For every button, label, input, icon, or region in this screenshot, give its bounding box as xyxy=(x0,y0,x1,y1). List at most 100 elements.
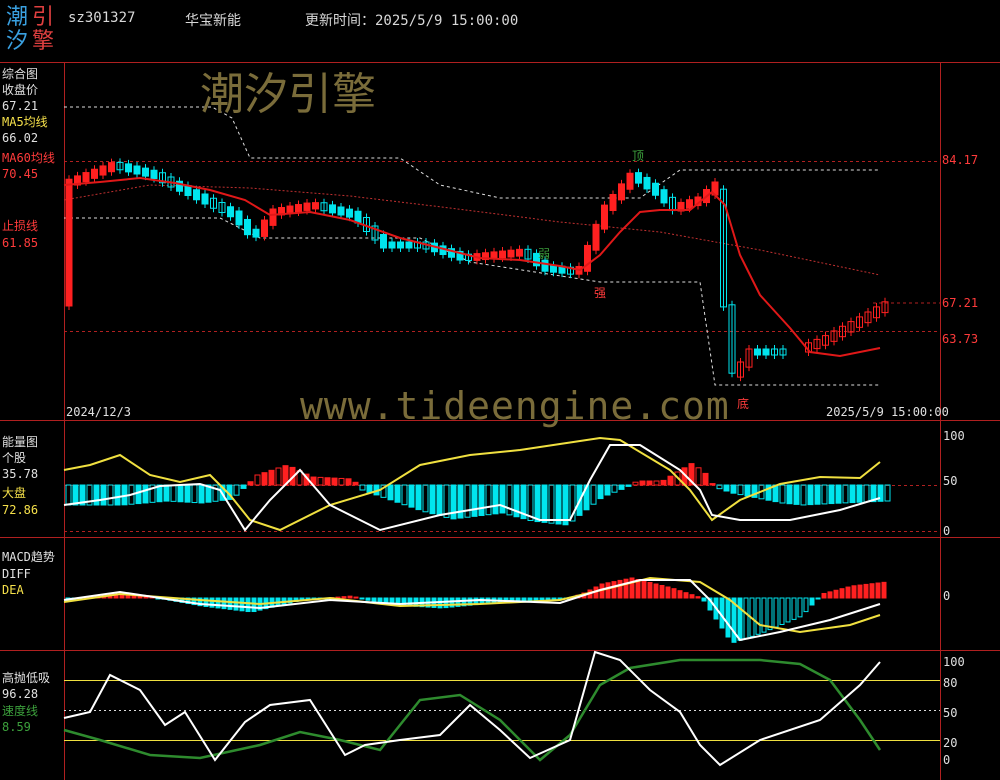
energy-bar xyxy=(275,467,282,486)
candle-body xyxy=(244,218,251,236)
macd-bar xyxy=(617,579,623,599)
energy-bar xyxy=(485,484,492,516)
candle-body xyxy=(99,165,107,176)
macd-diff-label: DIFF xyxy=(2,567,31,581)
macd-bar xyxy=(641,580,647,599)
ma60-label: MA60均线 xyxy=(2,151,55,165)
energy-bar xyxy=(807,484,814,506)
energy-bar xyxy=(247,481,254,486)
energy-bar xyxy=(632,481,639,486)
energy-bar xyxy=(415,484,422,511)
energy-bar xyxy=(240,484,247,489)
energy-bar xyxy=(555,484,562,525)
energy-bar xyxy=(443,484,450,518)
speed-line xyxy=(63,658,882,762)
energy-bar xyxy=(142,484,149,504)
energy-bar xyxy=(548,484,555,524)
macd-bar xyxy=(665,586,671,599)
dea-line xyxy=(63,576,881,634)
energy-bar xyxy=(793,484,800,505)
candle-body xyxy=(635,172,642,184)
energy-bar xyxy=(611,484,618,493)
macd-bar xyxy=(875,582,881,599)
candle-body xyxy=(507,249,515,258)
macd-bar xyxy=(215,597,221,609)
energy-bar xyxy=(828,484,835,505)
energy-bar xyxy=(464,484,471,518)
macd-bar xyxy=(767,597,773,631)
date-start: 2024/12/3 xyxy=(66,405,132,419)
ma5-line xyxy=(63,176,881,358)
energy-bar xyxy=(401,484,408,506)
macd-bar xyxy=(779,597,785,625)
macd-dea-label: DEA xyxy=(2,583,24,597)
energy-bar xyxy=(695,467,702,486)
macd-bar xyxy=(803,597,809,613)
candle-body xyxy=(286,205,294,214)
candle-body xyxy=(592,223,600,251)
candle-body xyxy=(108,162,115,173)
energy-bar xyxy=(653,480,660,486)
osc-value: 96.28 xyxy=(2,687,39,701)
macd-bar xyxy=(251,597,257,613)
ma5-label: MA5均线 xyxy=(2,115,48,129)
main-panel-title: 综合图 xyxy=(2,67,39,81)
energy-bar xyxy=(562,484,569,526)
candle-body xyxy=(499,250,506,259)
osc-axis-0: 0 xyxy=(943,753,951,767)
candle-body xyxy=(65,178,73,307)
energy-bar xyxy=(72,484,79,506)
macd-bar xyxy=(785,597,791,623)
ma5-value: 66.02 xyxy=(2,131,39,145)
candle-body xyxy=(660,189,668,204)
candle-body xyxy=(269,208,277,226)
macd-bar xyxy=(365,597,371,601)
macd-bar xyxy=(683,592,689,599)
energy-bar xyxy=(387,484,394,501)
candle-body xyxy=(261,219,268,237)
energy-market-value: 72.86 xyxy=(2,503,39,517)
macd-bar xyxy=(857,584,863,599)
macd-bar xyxy=(347,595,353,599)
candle-body xyxy=(686,199,693,209)
candle-body xyxy=(516,248,523,257)
energy-bar xyxy=(324,477,331,486)
macd-bar xyxy=(881,581,887,599)
macd-bar xyxy=(689,594,695,599)
candle-body xyxy=(193,189,200,201)
macd-bar xyxy=(353,596,359,599)
energy-bar xyxy=(541,484,548,523)
osc-speed-value: 8.59 xyxy=(2,720,31,734)
diff-line xyxy=(63,579,881,642)
candle-body xyxy=(346,208,353,218)
macd-bar xyxy=(725,597,731,638)
macd-bar xyxy=(869,583,875,599)
energy-bar xyxy=(268,469,275,486)
energy-stock-value: 35.78 xyxy=(2,467,39,481)
macd-bar xyxy=(863,583,869,599)
macd-bar xyxy=(695,596,701,599)
energy-bar xyxy=(744,484,751,497)
candle-body xyxy=(303,202,311,211)
macd-bar xyxy=(773,597,779,628)
energy-bar xyxy=(779,484,786,504)
energy-bar xyxy=(261,472,268,486)
candle-body xyxy=(133,165,141,175)
macd-panel-title: MACD趋势 xyxy=(2,550,55,564)
energy-bar xyxy=(338,477,345,486)
price-axis-stop: 63.73 xyxy=(942,332,979,346)
energy-bar xyxy=(366,484,373,493)
candle-body xyxy=(82,172,90,183)
close-value: 67.21 xyxy=(2,99,39,113)
macd-bar xyxy=(821,592,827,599)
energy-bar xyxy=(506,484,513,516)
energy-bar xyxy=(863,484,870,503)
candle-body xyxy=(295,204,302,213)
energy-bar xyxy=(709,483,716,486)
ma60-value: 70.45 xyxy=(2,167,39,181)
energy-bar xyxy=(639,480,646,486)
ma60-line xyxy=(63,184,881,276)
energy-bar xyxy=(730,484,737,494)
macd-bar xyxy=(815,597,821,600)
macd-bar xyxy=(623,578,629,599)
